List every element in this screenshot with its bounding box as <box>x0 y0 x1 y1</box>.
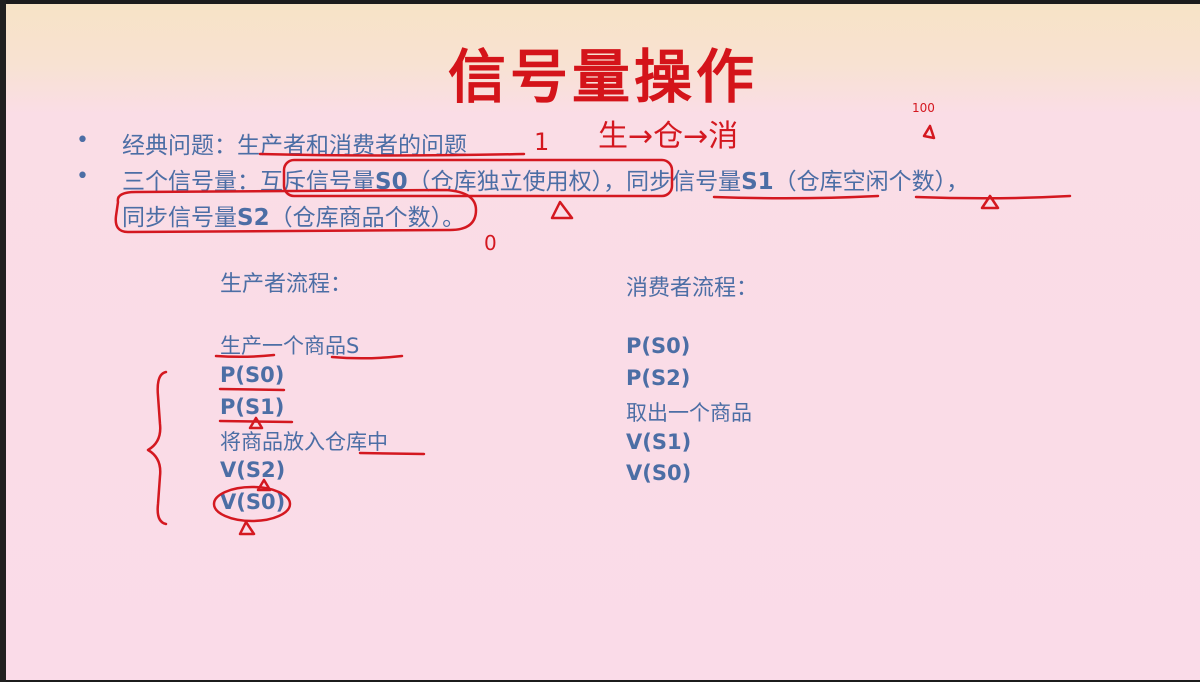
sem-sync1-desc: （仓库空闲个数） <box>773 169 947 195</box>
sem-mutex-name: S0 <box>375 169 408 195</box>
triangle-mutex <box>550 200 574 220</box>
underline-ps0 <box>218 387 286 392</box>
producer-step-2: P(S0) <box>220 363 285 387</box>
triangle-vs0 <box>238 520 256 536</box>
producer-step-5: V(S2) <box>220 458 286 482</box>
producer-heading: 生产者流程： <box>220 272 353 297</box>
mark-hundred <box>922 124 936 140</box>
producer-step-6: V(S0) <box>220 490 286 514</box>
sem-sync2-label: 同步信号量 <box>122 205 237 231</box>
underline-ps1 <box>218 419 294 424</box>
brace-left <box>146 370 168 526</box>
slide-title: 信号量操作 <box>447 43 758 111</box>
consumer-step-4: V(S1) <box>626 430 692 454</box>
bullet-semaphores-line-2: 同步信号量S2（仓库商品个数）。 <box>122 198 465 232</box>
sem-sync2-desc: （仓库商品个数） <box>269 205 443 231</box>
consumer-step-5: V(S0) <box>626 461 692 485</box>
consumer-step-1: P(S0) <box>626 334 691 358</box>
sem-sync2-name: S2 <box>237 205 270 231</box>
bullet-marker-1: • <box>76 128 89 153</box>
bullet-classic-problem: 经典问题：生产者和消费者的问题 <box>122 126 467 160</box>
sem-sync1-name: S1 <box>741 169 774 195</box>
sep-1: ， <box>603 169 627 195</box>
producer-step-4: 将商品放入仓库中 <box>220 430 388 454</box>
triangle-sync1 <box>980 194 1000 210</box>
underline-sync1-desc <box>914 194 1072 200</box>
consumer-step-2: P(S2) <box>626 366 691 390</box>
sep-2: ， <box>946 169 970 195</box>
bullet-1-prefix: 经典问题： <box>122 133 237 159</box>
consumer-step-3: 取出一个商品 <box>626 401 752 425</box>
note-flow: 生→仓→消 <box>598 119 738 154</box>
sem-mutex-label: 互斥信号量 <box>260 169 375 195</box>
producer-step-3: P(S1) <box>220 395 285 419</box>
bullet-1-text: 生产者和消费者的问题 <box>237 133 467 159</box>
note-zero: 0 <box>484 231 497 255</box>
underline-sync1 <box>712 194 880 200</box>
bullet-marker-2: • <box>76 164 89 189</box>
bullet-2-end: 。 <box>442 205 466 231</box>
bullet-2-prefix: 三个信号量： <box>122 169 260 195</box>
slide: 信号量操作 • 经典问题：生产者和消费者的问题 • 三个信号量：互斥信号量S0（… <box>6 4 1200 680</box>
bullet-semaphores-line-1: 三个信号量：互斥信号量S0（仓库独立使用权），同步信号量S1（仓库空闲个数）， <box>122 162 969 196</box>
producer-step-1: 生产一个商品S <box>220 334 360 358</box>
note-one: 1 <box>534 128 549 156</box>
sem-sync1-label: 同步信号量 <box>626 169 742 195</box>
consumer-heading: 消费者流程： <box>626 276 759 301</box>
sem-mutex-desc: （仓库独立使用权） <box>407 169 604 195</box>
